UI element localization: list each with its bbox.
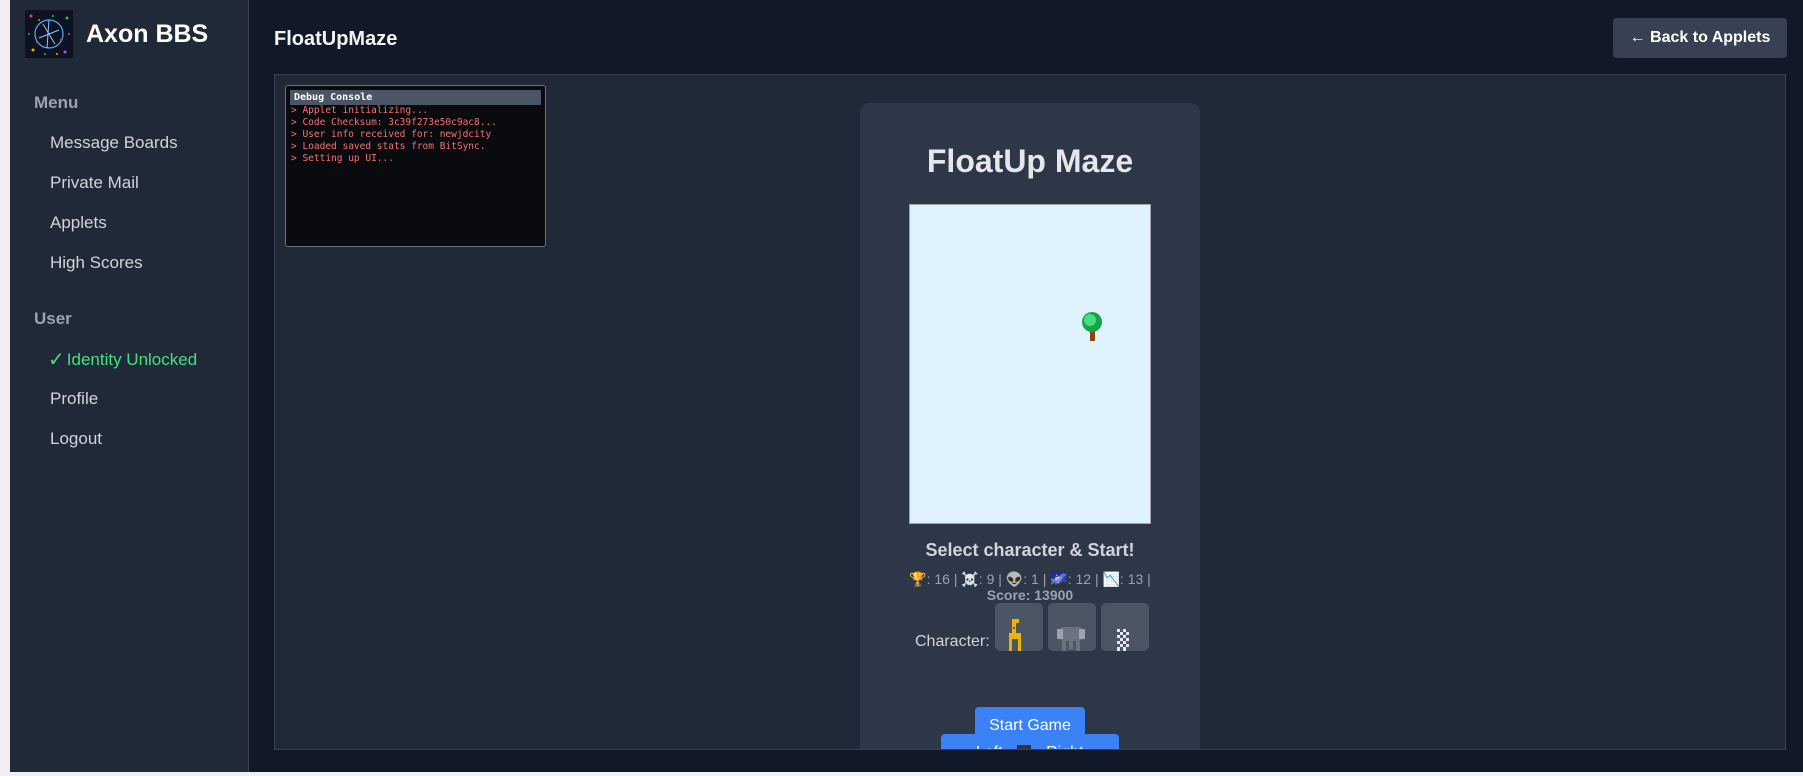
character-option-giraffe[interactable]	[995, 603, 1043, 651]
sidebar: Axon BBS Menu Message Boards Private Mai…	[10, 0, 249, 772]
trophy-icon: 🏆	[909, 571, 927, 587]
start-game-button[interactable]: Start Game	[975, 707, 1085, 745]
game-title: FloatUp Maze	[926, 143, 1134, 179]
tree-icon	[1082, 312, 1102, 341]
score-value: 13900	[1034, 587, 1074, 603]
game-canvas[interactable]	[909, 204, 1151, 524]
character-option-checkered[interactable]	[1101, 603, 1149, 651]
score-label: Score:	[986, 587, 1031, 603]
menu-section-label: Menu	[34, 93, 79, 112]
identity-label: Identity Unlocked	[66, 349, 198, 369]
elephant-icon	[1057, 627, 1085, 651]
nav-logout[interactable]: Logout	[50, 429, 102, 449]
identity-status[interactable]: ✓ Identity Unlocked	[48, 347, 197, 372]
checkered-figure-icon	[1117, 629, 1129, 651]
console-line: > Applet initializing...	[291, 105, 429, 116]
nav-applets[interactable]: Applets	[50, 213, 107, 233]
alien-count: 1	[1031, 571, 1039, 587]
nav-message-boards[interactable]: Message Boards	[50, 133, 178, 153]
user-section-label: User	[34, 309, 72, 328]
nav-high-scores[interactable]: High Scores	[50, 253, 143, 273]
giraffe-icon	[1009, 619, 1021, 651]
page-title: FloatUpMaze	[274, 28, 398, 50]
back-to-applets-button[interactable]: ← Back to Applets	[1613, 18, 1787, 58]
console-line: > User info received for: newjdcity	[291, 129, 492, 140]
logo-icon	[25, 10, 73, 58]
applet-container: Debug Console > Applet initializing... >…	[274, 74, 1786, 750]
nav-profile[interactable]: Profile	[50, 389, 98, 409]
galaxy-icon: 🌌	[1050, 571, 1068, 587]
alien-icon: 👽	[1005, 571, 1024, 587]
game-status: Select character & Start!	[925, 540, 1135, 560]
skull-icon: ☠️	[961, 571, 979, 587]
skull-count: 9	[986, 571, 995, 587]
app-window: Axon BBS Menu Message Boards Private Mai…	[10, 0, 1803, 772]
chart-icon: 📉	[1102, 571, 1120, 587]
chart-count: 13	[1127, 571, 1144, 587]
character-option-elephant[interactable]	[1048, 603, 1096, 651]
debug-console: Debug Console > Applet initializing... >…	[285, 85, 546, 247]
check-icon: ✓	[48, 349, 65, 371]
brand-title: Axon BBS	[86, 19, 209, 48]
console-line: > Setting up UI...	[291, 153, 394, 164]
debug-console-title: Debug Console	[290, 90, 541, 105]
nav-private-mail[interactable]: Private Mail	[50, 173, 139, 193]
game-panel: FloatUp Maze Select character & Start! 🏆…	[860, 103, 1200, 749]
galaxy-count: 12	[1075, 571, 1092, 587]
console-line: > Loaded saved stats from BitSync.	[291, 141, 486, 152]
character-label: Character:	[915, 633, 990, 650]
brand: Axon BBS	[25, 10, 208, 58]
console-line: > Code Checksum: 3c39f273e50c9ac8...	[291, 117, 497, 128]
trophy-count: 16	[934, 571, 950, 587]
stats-line: 🏆: 16 | ☠️: 9 | 👽: 1 | 🌌: 12 | 📉: 13 | S…	[909, 571, 1151, 603]
